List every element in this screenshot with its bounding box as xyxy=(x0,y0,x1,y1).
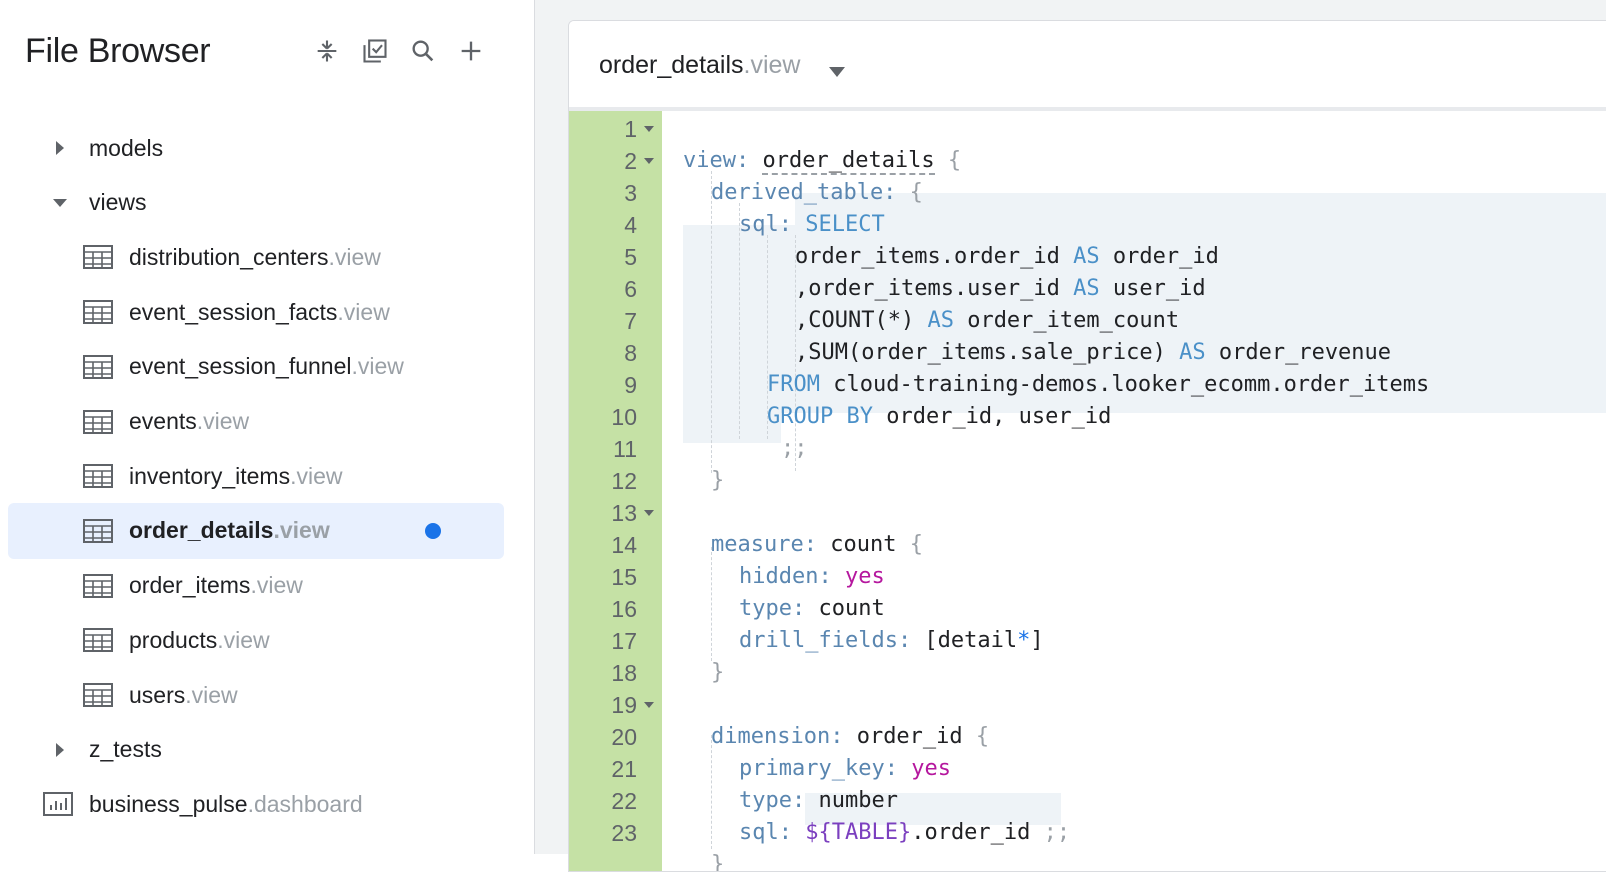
file-label: distribution_centers.view xyxy=(129,243,381,270)
chevron-right-icon[interactable] xyxy=(48,136,72,160)
table-view-icon xyxy=(83,300,113,325)
table-view-icon xyxy=(83,573,113,598)
file-label: inventory_items.view xyxy=(129,462,343,489)
table-view-icon xyxy=(83,518,113,543)
file-item-order-details[interactable]: order_details.view xyxy=(8,502,504,559)
folder-models[interactable]: models xyxy=(0,120,534,176)
table-view-icon xyxy=(83,683,113,707)
line-number: 23 xyxy=(611,820,637,846)
line-number: 11 xyxy=(613,436,637,462)
table-view-icon xyxy=(83,628,113,653)
line-number: 22 xyxy=(611,788,637,814)
select-files-button[interactable] xyxy=(358,34,392,68)
file-label: products.view xyxy=(129,626,270,653)
folder-label: z_tests xyxy=(89,736,162,763)
line-number: 18 xyxy=(611,660,637,686)
folder-z-tests[interactable]: z_tests xyxy=(0,722,534,778)
collapse-all-icon xyxy=(317,40,337,62)
file-item-event-session-facts[interactable]: event_session_facts.view xyxy=(0,284,534,340)
file-label: event_session_facts.view xyxy=(129,298,390,325)
line-number: 4 xyxy=(624,212,637,238)
file-label: order_details.view xyxy=(129,517,330,544)
editor-area: order_details.view 1 view: order_details… xyxy=(535,0,1606,872)
line-number: 20 xyxy=(611,724,637,750)
table-view-icon xyxy=(83,354,113,379)
file-browser-toolbar xyxy=(310,34,488,68)
folder-views[interactable]: views xyxy=(0,175,534,231)
line-number: 1 xyxy=(624,116,637,142)
line-number: 2 xyxy=(624,148,637,174)
chevron-down-icon[interactable] xyxy=(48,191,72,215)
file-label: users.view xyxy=(129,681,238,708)
chevron-down-icon[interactable] xyxy=(827,65,847,79)
line-number: 21 xyxy=(611,756,637,782)
table-view-icon xyxy=(83,464,113,489)
dashboard-icon xyxy=(43,792,73,817)
fold-arrow-icon[interactable] xyxy=(643,701,655,709)
line-number: 17 xyxy=(611,628,637,654)
chevron-right-icon[interactable] xyxy=(48,738,72,762)
line-number: 15 xyxy=(611,564,637,590)
line-number: 8 xyxy=(624,340,637,366)
line-number: 13 xyxy=(611,500,637,526)
line-number: 5 xyxy=(624,244,637,270)
editor-tab-bar: order_details.view xyxy=(569,21,1606,111)
unsaved-changes-dot xyxy=(425,522,441,539)
line-number: 6 xyxy=(624,276,637,302)
search-files-button[interactable] xyxy=(406,34,440,68)
add-icon xyxy=(461,41,481,61)
fold-arrow-icon[interactable] xyxy=(643,157,655,165)
file-item-users[interactable]: users.view xyxy=(0,667,534,723)
file-item-products[interactable]: products.view xyxy=(0,612,534,668)
file-item-order-items[interactable]: order_items.view xyxy=(0,558,534,614)
line-number: 14 xyxy=(611,532,637,558)
line-number: 16 xyxy=(611,596,637,622)
file-label: business_pulse.dashboard xyxy=(89,790,363,817)
line-number: 9 xyxy=(624,372,637,398)
editor-tab-title[interactable]: order_details.view xyxy=(599,51,801,80)
table-view-icon xyxy=(83,409,113,434)
folder-label: views xyxy=(89,189,147,216)
add-file-button[interactable] xyxy=(454,34,488,68)
fold-arrow-icon[interactable] xyxy=(643,509,655,517)
file-browser-title: File Browser xyxy=(25,32,211,70)
folder-label: models xyxy=(89,134,164,161)
line-number: 7 xyxy=(624,308,637,334)
file-browser-panel: File Browser models views distribution_c… xyxy=(0,0,535,854)
code-editor[interactable]: 1 view: order_details { 2 derived_table:… xyxy=(569,111,1606,872)
select-files-icon xyxy=(363,39,387,63)
line-number: 3 xyxy=(624,180,637,206)
table-view-icon xyxy=(83,245,113,270)
file-label: order_items.view xyxy=(129,572,303,599)
file-item-business-pulse[interactable]: business_pulse.dashboard xyxy=(0,776,534,832)
search-icon xyxy=(412,40,434,62)
code-line: } xyxy=(711,852,725,872)
collapse-all-button[interactable] xyxy=(310,34,344,68)
file-item-event-session-funnel[interactable]: event_session_funnel.view xyxy=(0,339,534,395)
file-browser-header: File Browser xyxy=(25,28,495,78)
line-number: 19 xyxy=(611,692,637,718)
line-number: 12 xyxy=(611,468,637,494)
file-item-inventory-items[interactable]: inventory_items.view xyxy=(0,448,534,504)
file-label: event_session_funnel.view xyxy=(129,353,404,380)
file-item-events[interactable]: events.view xyxy=(0,394,534,450)
editor-card: order_details.view 1 view: order_details… xyxy=(568,20,1606,872)
fold-arrow-icon[interactable] xyxy=(643,125,655,133)
file-label: events.view xyxy=(129,408,250,434)
file-item-distribution-centers[interactable]: distribution_centers.view xyxy=(0,229,534,285)
line-number: 10 xyxy=(611,404,637,430)
